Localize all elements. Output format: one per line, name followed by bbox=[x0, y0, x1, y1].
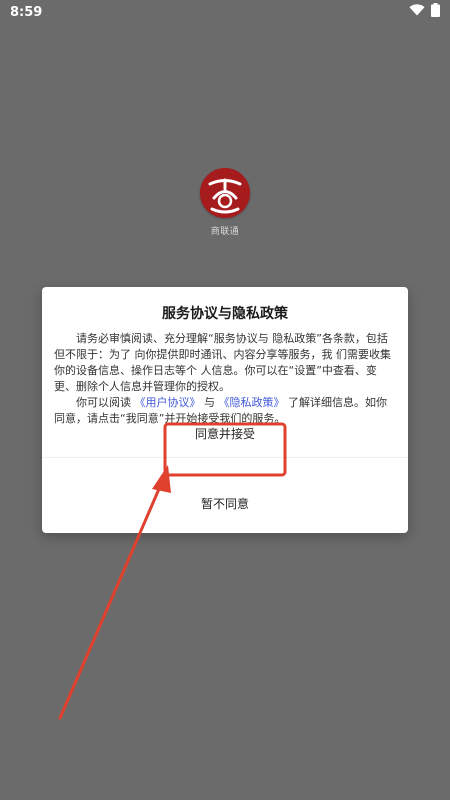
para2-and: 与 bbox=[204, 396, 215, 409]
screen: 8:59 商联通 服务协议与隐私政策 请务必审慎阅读、充分理解“服务协议与 隐私… bbox=[0, 0, 450, 800]
dialog-title: 服务协议与隐私政策 bbox=[162, 306, 288, 322]
dialog-paragraph-1: 请务必审慎阅读、充分理解“服务协议与 隐私政策”各条款，包括但不限于：为了 向你… bbox=[54, 332, 391, 393]
para2-prefix: 你可以阅读 bbox=[76, 396, 131, 409]
status-time: 8:59 bbox=[10, 4, 43, 20]
privacy-dialog: 服务协议与隐私政策 请务必审慎阅读、充分理解“服务协议与 隐私政策”各条款，包括… bbox=[42, 287, 408, 533]
app-logo bbox=[200, 168, 250, 218]
privacy-policy-link[interactable]: 《隐私政策》 bbox=[219, 396, 285, 409]
dialog-body: 请务必审慎阅读、充分理解“服务协议与 隐私政策”各条款，包括但不限于：为了 向你… bbox=[54, 331, 394, 427]
agree-button[interactable]: 同意并接受 bbox=[42, 415, 408, 451]
wifi-icon bbox=[409, 4, 425, 20]
status-bar: 8:59 bbox=[0, 0, 450, 24]
battery-icon bbox=[431, 3, 440, 21]
app-name: 商联通 bbox=[210, 227, 240, 237]
user-agreement-link[interactable]: 《用户协议》 bbox=[135, 396, 201, 409]
status-icons bbox=[409, 3, 440, 21]
decline-button[interactable]: 暂不同意 bbox=[42, 487, 408, 519]
dialog-divider bbox=[42, 457, 408, 458]
